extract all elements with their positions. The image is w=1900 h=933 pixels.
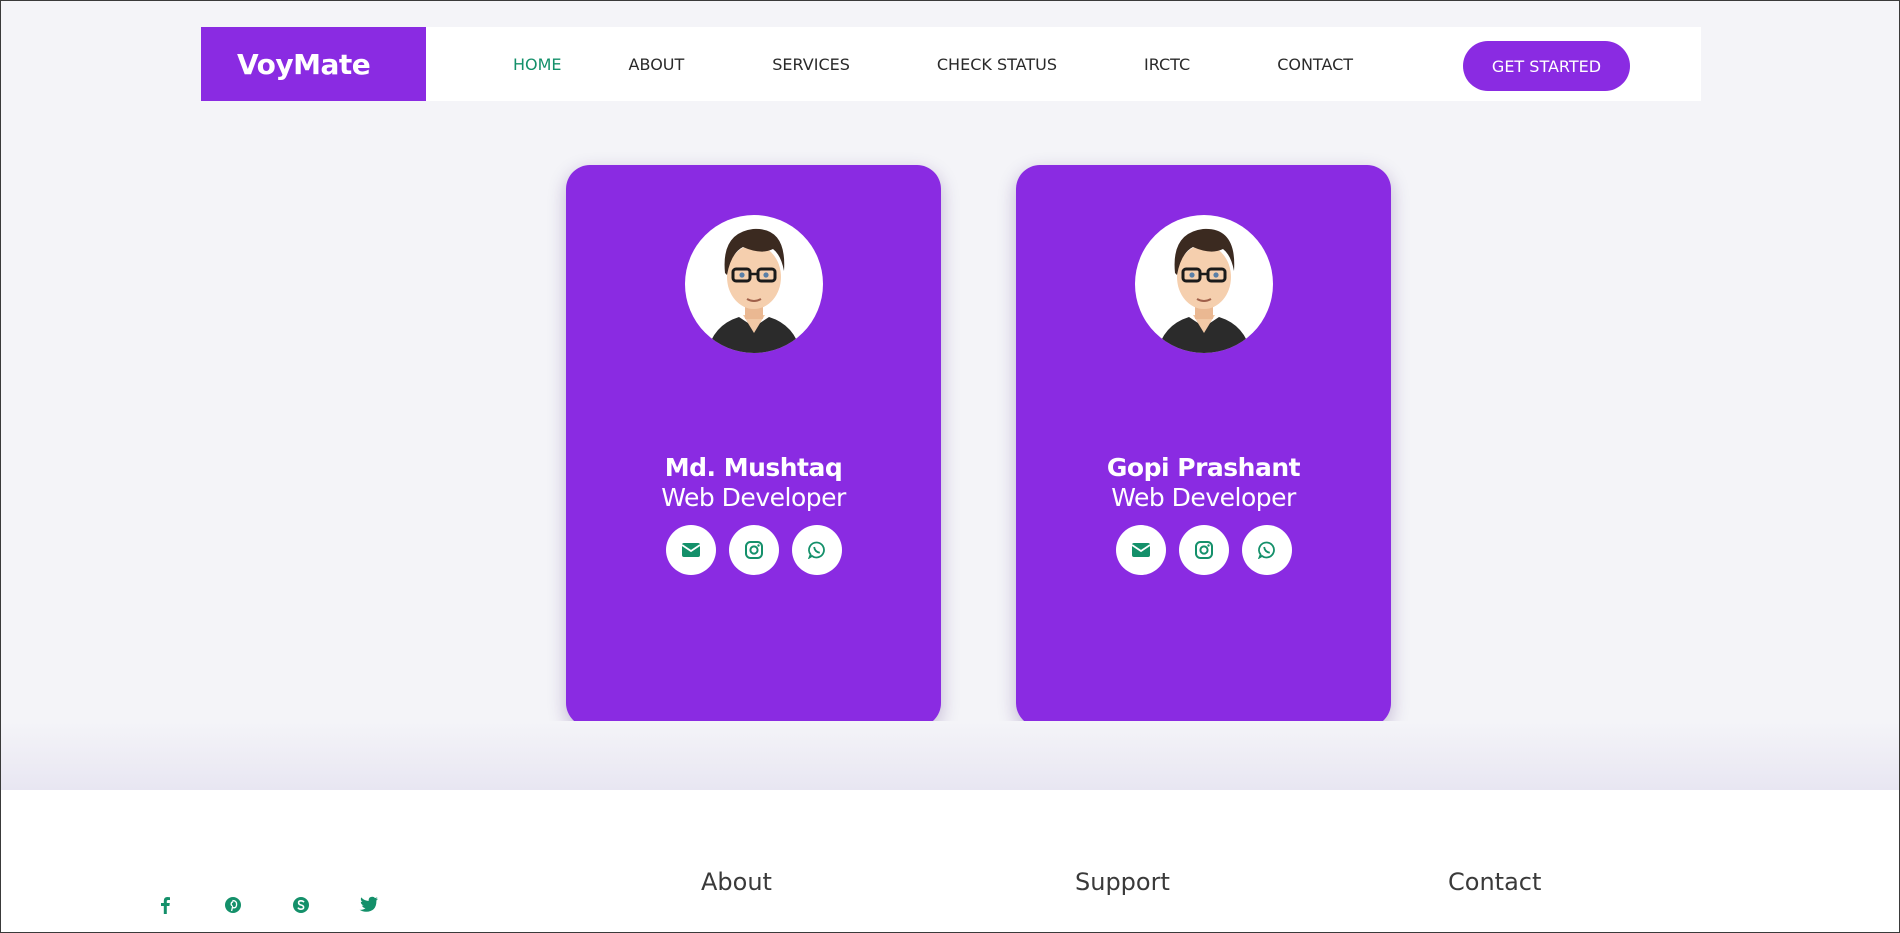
footer-heading-support: Support	[1075, 868, 1170, 896]
avatar-illustration	[706, 228, 801, 353]
nav-link-home[interactable]: HOME	[513, 55, 562, 74]
member-socials	[566, 525, 941, 575]
facebook-icon[interactable]	[159, 896, 171, 919]
team-card: Md. Mushtaq Web Developer	[566, 165, 941, 727]
brand-logo[interactable]: VoyMate	[201, 27, 426, 101]
envelope-icon[interactable]	[665, 525, 716, 575]
nav-link-contact[interactable]: CONTACT	[1277, 55, 1353, 74]
skype-icon[interactable]	[292, 896, 310, 919]
nav-links: HOME ABOUT SERVICES CHECK STATUS IRCTC C…	[513, 55, 1353, 74]
navbar: VoyMate HOME ABOUT SERVICES CHECK STATUS…	[201, 27, 1701, 101]
section-divider	[1, 721, 1899, 791]
pinterest-icon[interactable]	[224, 896, 242, 919]
avatar	[684, 215, 823, 353]
member-role: Web Developer	[661, 483, 846, 512]
whatsapp-icon[interactable]	[1241, 525, 1292, 575]
avatar-illustration	[1156, 228, 1251, 353]
member-name: Gopi Prashant	[1106, 453, 1301, 482]
member-socials	[1016, 525, 1391, 575]
nav-link-irctc[interactable]: IRCTC	[1144, 55, 1190, 74]
nav-link-services[interactable]: SERVICES	[772, 55, 850, 74]
instagram-icon[interactable]	[1178, 525, 1229, 575]
footer-heading-contact: Contact	[1448, 868, 1542, 896]
twitter-icon[interactable]	[359, 896, 379, 918]
get-started-button[interactable]: GET STARTED	[1463, 41, 1630, 91]
nav-link-about[interactable]: ABOUT	[629, 55, 685, 74]
team-card: Gopi Prashant Web Developer	[1016, 165, 1391, 727]
nav-link-check-status[interactable]: CHECK STATUS	[937, 55, 1057, 74]
envelope-icon[interactable]	[1115, 525, 1166, 575]
footer-heading-about: About	[701, 868, 772, 896]
avatar	[1134, 215, 1273, 353]
instagram-icon[interactable]	[728, 525, 779, 575]
footer: About Support Contact	[1, 790, 1899, 932]
whatsapp-icon[interactable]	[791, 525, 842, 575]
member-role: Web Developer	[1111, 483, 1296, 512]
member-name: Md. Mushtaq	[664, 453, 843, 482]
